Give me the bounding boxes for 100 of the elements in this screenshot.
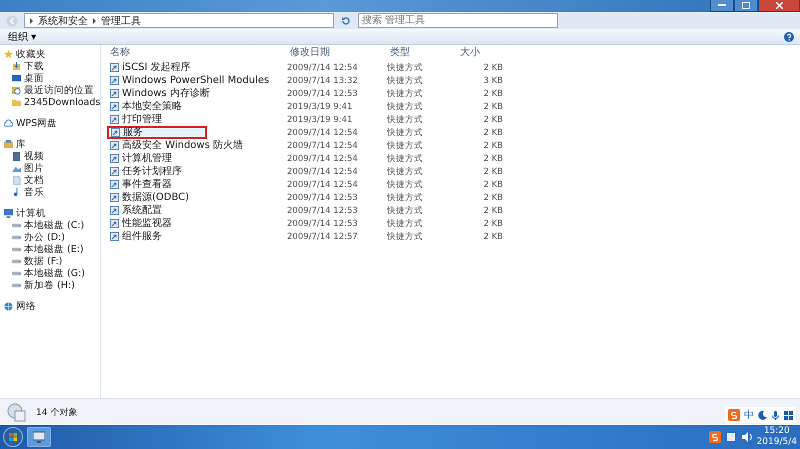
sogou-icon[interactable] — [728, 409, 740, 421]
sidebar-item[interactable]: 音乐 — [0, 186, 100, 198]
file-row[interactable]: 性能监视器 2009/7/14 12:53 快捷方式 2 KB — [107, 217, 507, 230]
cloud-icon — [4, 118, 13, 128]
taskbar-app-button[interactable] — [27, 427, 51, 447]
table-cell-text: 2 KB — [482, 100, 504, 112]
clock-folder-icon — [12, 86, 21, 94]
file-row[interactable]: 计算机管理 2009/7/14 12:54 快捷方式 2 KB — [107, 152, 507, 165]
file-name[interactable]: 打印管理 — [122, 114, 162, 126]
table-cell-text: 2 KB — [482, 140, 504, 152]
table-cell-text: 2 KB — [482, 152, 504, 164]
table-cell-text: 快捷方式 — [387, 178, 424, 190]
file-row[interactable]: 高级安全 Windows 防火墙 2009/7/14 12:54 快捷方式 2 KB — [107, 139, 507, 152]
column-header[interactable]: 类型 — [387, 45, 457, 59]
shortcut-icon — [110, 154, 119, 163]
table-cell-text: 快捷方式 — [387, 152, 424, 164]
sidebar-item[interactable]: 桌面 — [0, 72, 100, 84]
file-row[interactable]: 组件服务 2009/7/14 12:57 快捷方式 2 KB — [107, 230, 507, 243]
column-header[interactable]: 修改日期 — [287, 45, 387, 59]
table-cell-text: 2009/7/14 12:54 — [287, 166, 359, 178]
search-field[interactable]: 搜索 管理工具 — [358, 13, 558, 28]
breadcrumb-item[interactable]: 系统和安全 — [38, 14, 88, 28]
table-cell-text: 2 KB — [482, 62, 504, 74]
sidebar-item[interactable]: 收藏夹 — [0, 48, 100, 60]
start-button[interactable] — [3, 427, 23, 447]
file-name[interactable]: 计算机管理 — [122, 152, 172, 164]
file-row[interactable]: Windows PowerShell Modules 2009/7/14 13:32 快捷方式 3 KB — [107, 74, 507, 87]
drive-icon — [12, 232, 21, 242]
table-cell-text: 2 KB — [482, 114, 504, 126]
sidebar-item[interactable]: 视频 — [0, 150, 100, 162]
video-icon — [12, 152, 21, 160]
chevron-icon[interactable] — [29, 18, 34, 24]
close-button[interactable] — [758, 0, 800, 12]
sidebar-item[interactable]: 本地磁盘 (C:) — [0, 219, 100, 231]
file-row[interactable]: 事件查看器 2009/7/14 12:54 快捷方式 2 KB — [107, 178, 507, 191]
sidebar-item[interactable]: 新加卷 (H:) — [0, 279, 100, 291]
minimize-icon — [718, 4, 726, 7]
network-icon — [4, 302, 13, 310]
table-cell-text: 快捷方式 — [387, 74, 424, 86]
sidebar-item[interactable]: 下载 — [0, 60, 100, 72]
sidebar-item[interactable]: 最近访问的位置 — [0, 84, 100, 96]
sidebar-item[interactable]: 网络 — [0, 300, 100, 312]
chevron-icon[interactable] — [92, 18, 97, 24]
file-name[interactable]: 系统配置 — [122, 204, 162, 216]
file-row[interactable]: 服务 2009/7/14 12:54 快捷方式 2 KB — [107, 126, 507, 139]
table-cell-text: 2 KB — [482, 192, 504, 204]
refresh-icon[interactable] — [340, 14, 352, 26]
file-row[interactable]: 本地安全策略 2019/3/19 9:41 快捷方式 2 KB — [107, 100, 507, 113]
sidebar-item[interactable]: 文档 — [0, 174, 100, 186]
file-row[interactable]: iSCSI 发起程序 2009/7/14 12:54 快捷方式 2 KB — [107, 61, 507, 74]
item-count: 14 个对象 — [36, 406, 78, 418]
file-name[interactable]: 数据源(ODBC) — [122, 192, 190, 204]
maximize-button[interactable] — [734, 0, 758, 12]
file-name[interactable]: iSCSI 发起程序 — [122, 62, 191, 74]
table-cell-text: 快捷方式 — [387, 166, 424, 178]
table-cell-text: 2 KB — [482, 178, 504, 190]
column-header[interactable]: 名称 — [107, 45, 287, 59]
file-row[interactable]: Windows 内存诊断 2009/7/14 12:53 快捷方式 2 KB — [107, 87, 507, 100]
clock[interactable]: 15:20 2019/5/4 — [756, 426, 797, 448]
table-cell-text: 快捷方式 — [387, 114, 424, 126]
grid-icon[interactable] — [784, 410, 793, 420]
drive-icon — [12, 268, 21, 278]
file-row[interactable]: 任务计划程序 2009/7/14 12:54 快捷方式 2 KB — [107, 165, 507, 178]
star-icon — [4, 50, 13, 58]
file-name[interactable]: 高级安全 Windows 防火墙 — [122, 140, 243, 152]
microphone-icon[interactable] — [771, 410, 780, 420]
sidebar-item[interactable]: 库 — [0, 138, 100, 150]
file-name[interactable]: 服务 — [123, 126, 143, 138]
file-row[interactable]: 系统配置 2009/7/14 12:53 快捷方式 2 KB — [107, 204, 507, 217]
address-field[interactable]: 系统和安全 管理工具 — [24, 13, 334, 28]
sidebar-item[interactable]: 本地磁盘 (E:) — [0, 243, 100, 255]
file-name[interactable]: 任务计划程序 — [122, 166, 182, 178]
file-name[interactable]: 性能监视器 — [122, 218, 172, 230]
file-name[interactable]: 事件查看器 — [122, 178, 172, 190]
file-row[interactable]: 打印管理 2019/3/19 9:41 快捷方式 2 KB — [107, 113, 507, 126]
file-row[interactable]: 数据源(ODBC) 2009/7/14 12:53 快捷方式 2 KB — [107, 191, 507, 204]
file-name[interactable]: 组件服务 — [122, 230, 162, 242]
sidebar-item[interactable]: 2345Downloads — [0, 96, 100, 108]
breadcrumb-item[interactable]: 管理工具 — [101, 14, 141, 28]
table-cell-text: 快捷方式 — [387, 192, 424, 204]
shortcut-icon — [110, 219, 119, 228]
sogou-icon[interactable] — [708, 431, 721, 443]
file-name[interactable]: Windows PowerShell Modules — [122, 74, 270, 86]
sidebar-item[interactable]: 数据 (F:) — [0, 255, 100, 267]
help-icon[interactable] — [784, 32, 794, 42]
speaker-icon[interactable] — [740, 431, 753, 443]
sidebar-item[interactable]: 计算机 — [0, 207, 100, 219]
sidebar-item[interactable]: WPS网盘 — [0, 117, 100, 129]
moon-icon[interactable] — [758, 410, 767, 420]
minimize-button[interactable] — [710, 0, 734, 12]
sidebar-item[interactable]: 本地磁盘 (G:) — [0, 267, 100, 279]
shortcut-icon — [110, 206, 119, 215]
column-header[interactable]: 大小 — [457, 45, 507, 59]
file-name[interactable]: 本地安全策略 — [122, 100, 182, 112]
organize-button[interactable]: 组织 ▾ — [6, 30, 38, 44]
sidebar-item[interactable]: 图片 — [0, 162, 100, 174]
sidebar-item[interactable]: 办公 (D:) — [0, 231, 100, 243]
file-name[interactable]: Windows 内存诊断 — [122, 88, 210, 100]
input-mode-toggle[interactable]: 中 — [744, 408, 754, 422]
table-cell-text: 快捷方式 — [387, 126, 424, 138]
